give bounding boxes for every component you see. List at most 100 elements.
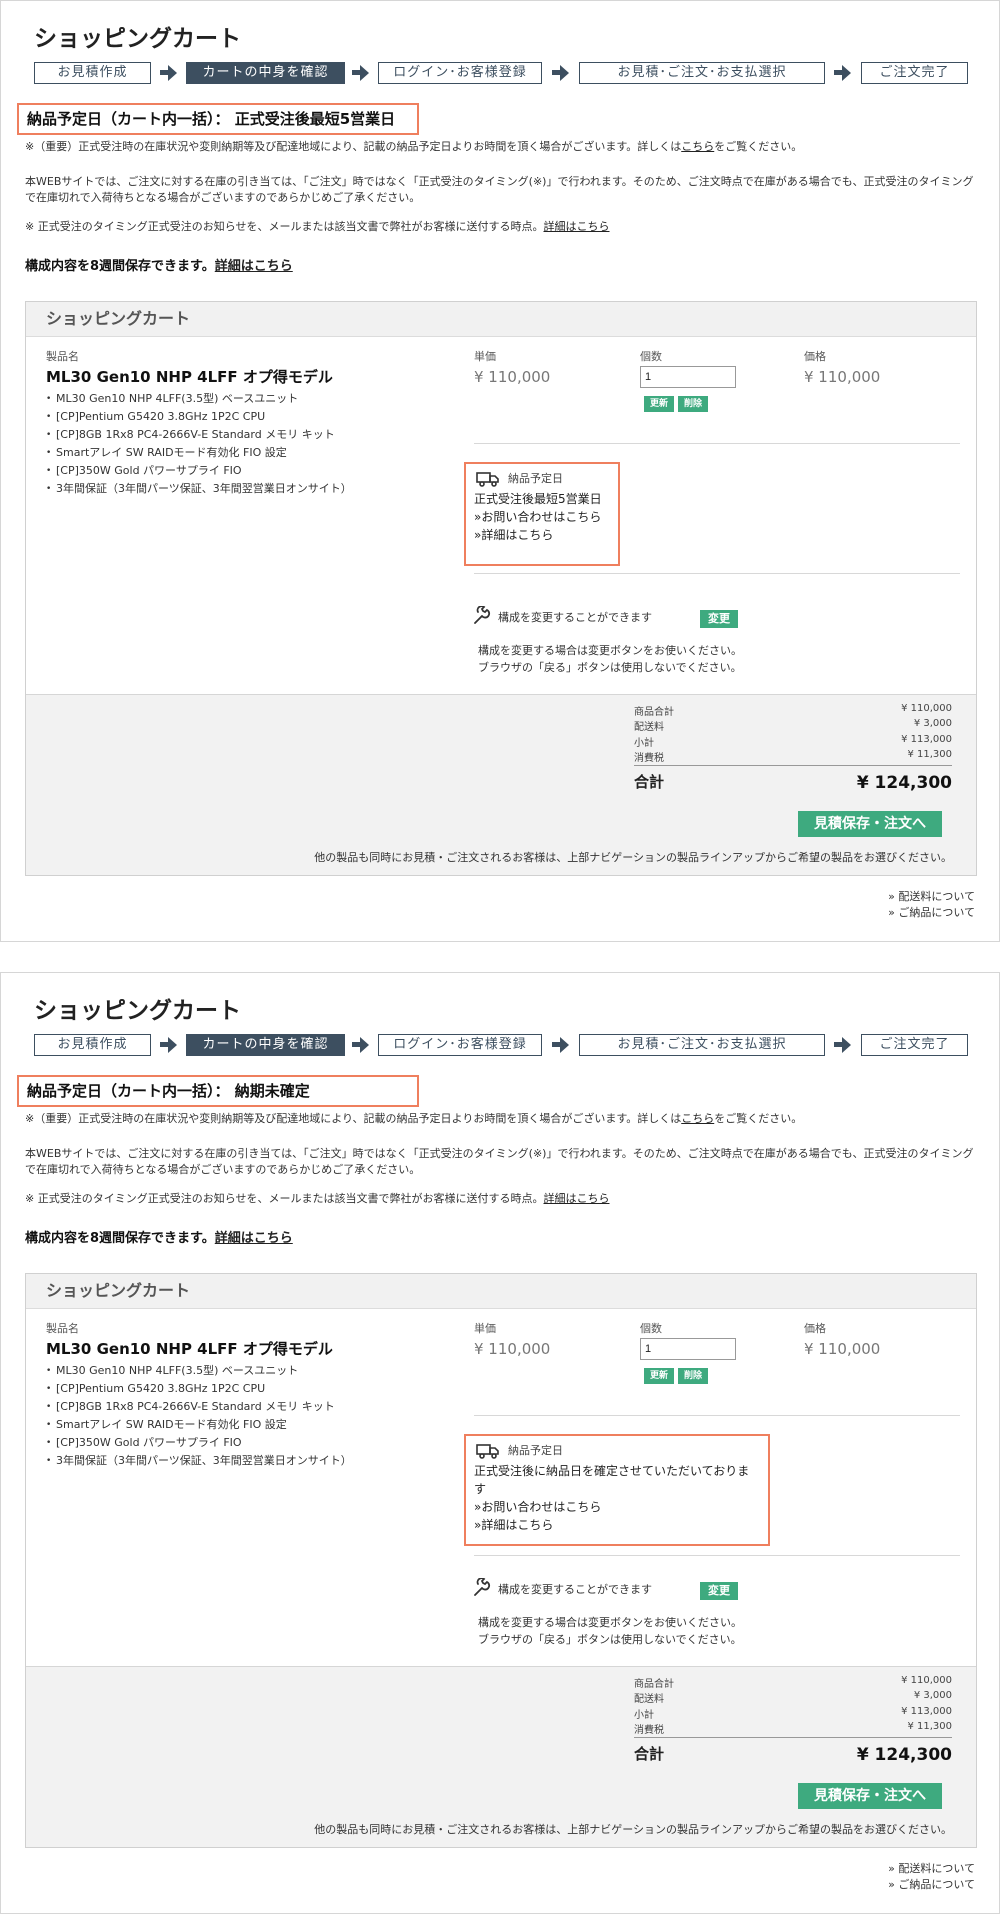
- notice-text: ※（重要）正式受注時の在庫状況や変則納期等及び配達地域により、記載の納品予定日よ…: [25, 1112, 682, 1125]
- order-summary: 商品合計 ¥ 110,000 配送料 ¥ 3,000 小計 ¥ 113,000 消費税…: [26, 694, 976, 875]
- important-notice: ※（重要）正式受注時の在庫状況や変則納期等及び配達地域により、記載の納品予定日よ…: [25, 1111, 977, 1127]
- change-label: 構成を変更することができます: [498, 1583, 652, 1596]
- total-row: 合計 ¥ 124,300: [634, 1743, 952, 1765]
- update-button[interactable]: 更新: [644, 396, 674, 412]
- progress-steps: お見積作成 カートの中身を確認 ログイン･お客様登録 お見積･ご注文･お支払選択…: [34, 62, 968, 84]
- step-arrow-icon: [352, 1036, 370, 1054]
- delivery-info-link[interactable]: » ご納品について: [888, 1876, 975, 1892]
- line-price: ¥ 110,000: [804, 368, 881, 386]
- divider: [474, 443, 960, 444]
- quantity-input[interactable]: [640, 1338, 736, 1360]
- notice-text: をご覧ください。: [714, 140, 803, 153]
- notice-text: をご覧ください。: [714, 1112, 803, 1125]
- divider: [474, 573, 960, 574]
- delivery-detail-link[interactable]: »詳細はこちら: [474, 526, 610, 544]
- step-estimate: お見積作成: [34, 62, 151, 84]
- summary-value: ¥ 110,000: [901, 1675, 952, 1686]
- notice-link[interactable]: こちら: [681, 1112, 714, 1125]
- save-estimate-order-button[interactable]: 見積保存・注文へ: [798, 1783, 942, 1809]
- step-arrow-icon: [552, 1036, 570, 1054]
- delivery-estimate-cont: す: [474, 1482, 487, 1496]
- summary-label: 商品合計: [634, 1679, 674, 1690]
- timing-detail-link[interactable]: 詳細はこちら: [544, 1192, 610, 1205]
- change-note: ブラウザの「戻る」ボタンは使用しないでください。: [478, 1633, 742, 1646]
- spec-list: ML30 Gen10 NHP 4LFF(3.5型) ベースユニット [CP]Pe…: [46, 390, 352, 498]
- total-label: 合計: [634, 1745, 665, 1763]
- timing-detail-link[interactable]: 詳細はこちら: [544, 220, 610, 233]
- summary-value: ¥ 113,000: [901, 1706, 952, 1717]
- delivery-title-text: 納品予定日: [508, 1444, 563, 1457]
- delivery-detail-link[interactable]: »詳細はこちら: [474, 1516, 760, 1534]
- delivery-info-link[interactable]: » ご納品について: [888, 904, 975, 920]
- col-product: 製品名: [46, 1322, 79, 1335]
- col-unit-price: 単価: [474, 1322, 496, 1335]
- col-unit-price: 単価: [474, 350, 496, 363]
- product-name: ML30 Gen10 NHP 4LFF オプ得モデル: [46, 368, 333, 386]
- inquiry-link[interactable]: »お問い合わせはこちら: [474, 508, 610, 526]
- total-value: ¥ 124,300: [856, 1745, 952, 1765]
- inquiry-link[interactable]: »お問い合わせはこちら: [474, 1498, 760, 1516]
- delivery-title: 納品予定日: [474, 470, 610, 490]
- wrench-icon: [474, 606, 491, 624]
- step-order-payment: お見積･ご注文･お支払選択: [579, 62, 825, 84]
- change-button[interactable]: 変更: [700, 1582, 738, 1600]
- col-product: 製品名: [46, 350, 79, 363]
- save-note: 構成内容を8週間保存できます。詳細はこちら: [25, 1227, 293, 1246]
- shipping-fee-link[interactable]: » 配送料について: [888, 1860, 975, 1876]
- step-arrow-icon: [352, 64, 370, 82]
- delivery-title: 納品予定日: [474, 1442, 760, 1462]
- cart-panel-1: ショッピングカート お見積作成 カートの中身を確認 ログイン･お客様登録 お見積…: [0, 0, 1000, 942]
- save-note: 構成内容を8週間保存できます。詳細はこちら: [25, 255, 293, 274]
- save-note-text: 構成内容を8週間保存できます。: [25, 1231, 215, 1246]
- shopping-cart-box: ショッピングカート 製品名 単価 個数 価格 ML30 Gen10 NHP 4L…: [25, 1273, 977, 1848]
- summary-label: 消費税: [634, 753, 664, 764]
- summary-row: 配送料 ¥ 3,000: [634, 1690, 952, 1705]
- delivery-date-heading: 納品予定日（カート内一括）： 正式受注後最短5営業日: [17, 103, 419, 135]
- shipping-fee-link[interactable]: » 配送料について: [888, 888, 975, 904]
- order-summary: 商品合計 ¥ 110,000 配送料 ¥ 3,000 小計 ¥ 113,000 消費税…: [26, 1666, 976, 1847]
- delivery-date-heading: 納品予定日（カート内一括）： 納期未確定: [17, 1075, 419, 1107]
- step-arrow-icon: [834, 1036, 852, 1054]
- notice-text: ※ 正式受注のタイミング正式受注のお知らせを、メールまたは該当文書で弊社がお客様…: [25, 1192, 544, 1205]
- summary-label: 消費税: [634, 1725, 664, 1736]
- delete-button[interactable]: 削除: [678, 396, 708, 412]
- save-estimate-order-button[interactable]: 見積保存・注文へ: [798, 811, 942, 837]
- other-products-note: 他の製品も同時にお見積・ご注文されるお客様は、上部ナビゲーションの製品ラインアッ…: [314, 851, 952, 864]
- col-price: 価格: [804, 1322, 826, 1335]
- save-detail-link[interactable]: 詳細はこちら: [215, 1231, 293, 1246]
- col-qty: 個数: [640, 1322, 662, 1335]
- summary-row: 小計 ¥ 113,000: [634, 1706, 952, 1721]
- delivery-date-box: 納品予定日 正式受注後最短5営業日 »お問い合わせはこちら »詳細はこちら: [464, 462, 620, 566]
- product-name: ML30 Gen10 NHP 4LFF オプ得モデル: [46, 1340, 333, 1358]
- summary-label: 配送料: [634, 722, 664, 733]
- summary-label: 配送料: [634, 1694, 664, 1705]
- change-button[interactable]: 変更: [700, 610, 738, 628]
- stock-allocation-notice: 本WEBサイトでは、ご注文に対する在庫の引き当ては、「ご注文」時ではなく「正式受…: [25, 1147, 974, 1176]
- quantity-input[interactable]: [640, 366, 736, 388]
- cart-header: ショッピングカート: [26, 1274, 976, 1309]
- spec-item: ML30 Gen10 NHP 4LFF(3.5型) ベースユニット: [46, 1362, 352, 1380]
- wrench-icon: [474, 1578, 491, 1596]
- update-button[interactable]: 更新: [644, 1368, 674, 1384]
- step-complete: ご注文完了: [861, 1034, 968, 1056]
- step-login: ログイン･お客様登録: [378, 1034, 542, 1056]
- cart-panel-2: ショッピングカート お見積作成 カートの中身を確認 ログイン･お客様登録 お見積…: [0, 972, 1000, 1914]
- spec-item: [CP]Pentium G5420 3.8GHz 1P2C CPU: [46, 1380, 352, 1398]
- summary-label: 小計: [634, 1710, 654, 1721]
- delete-button[interactable]: 削除: [678, 1368, 708, 1384]
- summary-value: ¥ 3,000: [913, 718, 952, 729]
- step-confirm-cart: カートの中身を確認: [186, 1034, 345, 1056]
- step-order-payment: お見積･ご注文･お支払選択: [579, 1034, 825, 1056]
- notice-text: ※（重要）正式受注時の在庫状況や変則納期等及び配達地域により、記載の納品予定日よ…: [25, 140, 682, 153]
- delivery-estimate: 正式受注後最短5営業日: [474, 492, 602, 506]
- page-title: ショッピングカート: [34, 26, 241, 52]
- stock-allocation-notice: 本WEBサイトでは、ご注文に対する在庫の引き当ては、「ご注文」時ではなく「正式受…: [25, 175, 974, 204]
- summary-row: 小計 ¥ 113,000: [634, 734, 952, 749]
- save-detail-link[interactable]: 詳細はこちら: [215, 259, 293, 274]
- notice-link[interactable]: こちら: [681, 140, 714, 153]
- summary-value: ¥ 11,300: [907, 749, 952, 760]
- change-note: 構成を変更する場合は変更ボタンをお使いください。: [478, 644, 742, 657]
- col-price: 価格: [804, 350, 826, 363]
- summary-value: ¥ 113,000: [901, 734, 952, 745]
- unit-price: ¥ 110,000: [474, 368, 551, 386]
